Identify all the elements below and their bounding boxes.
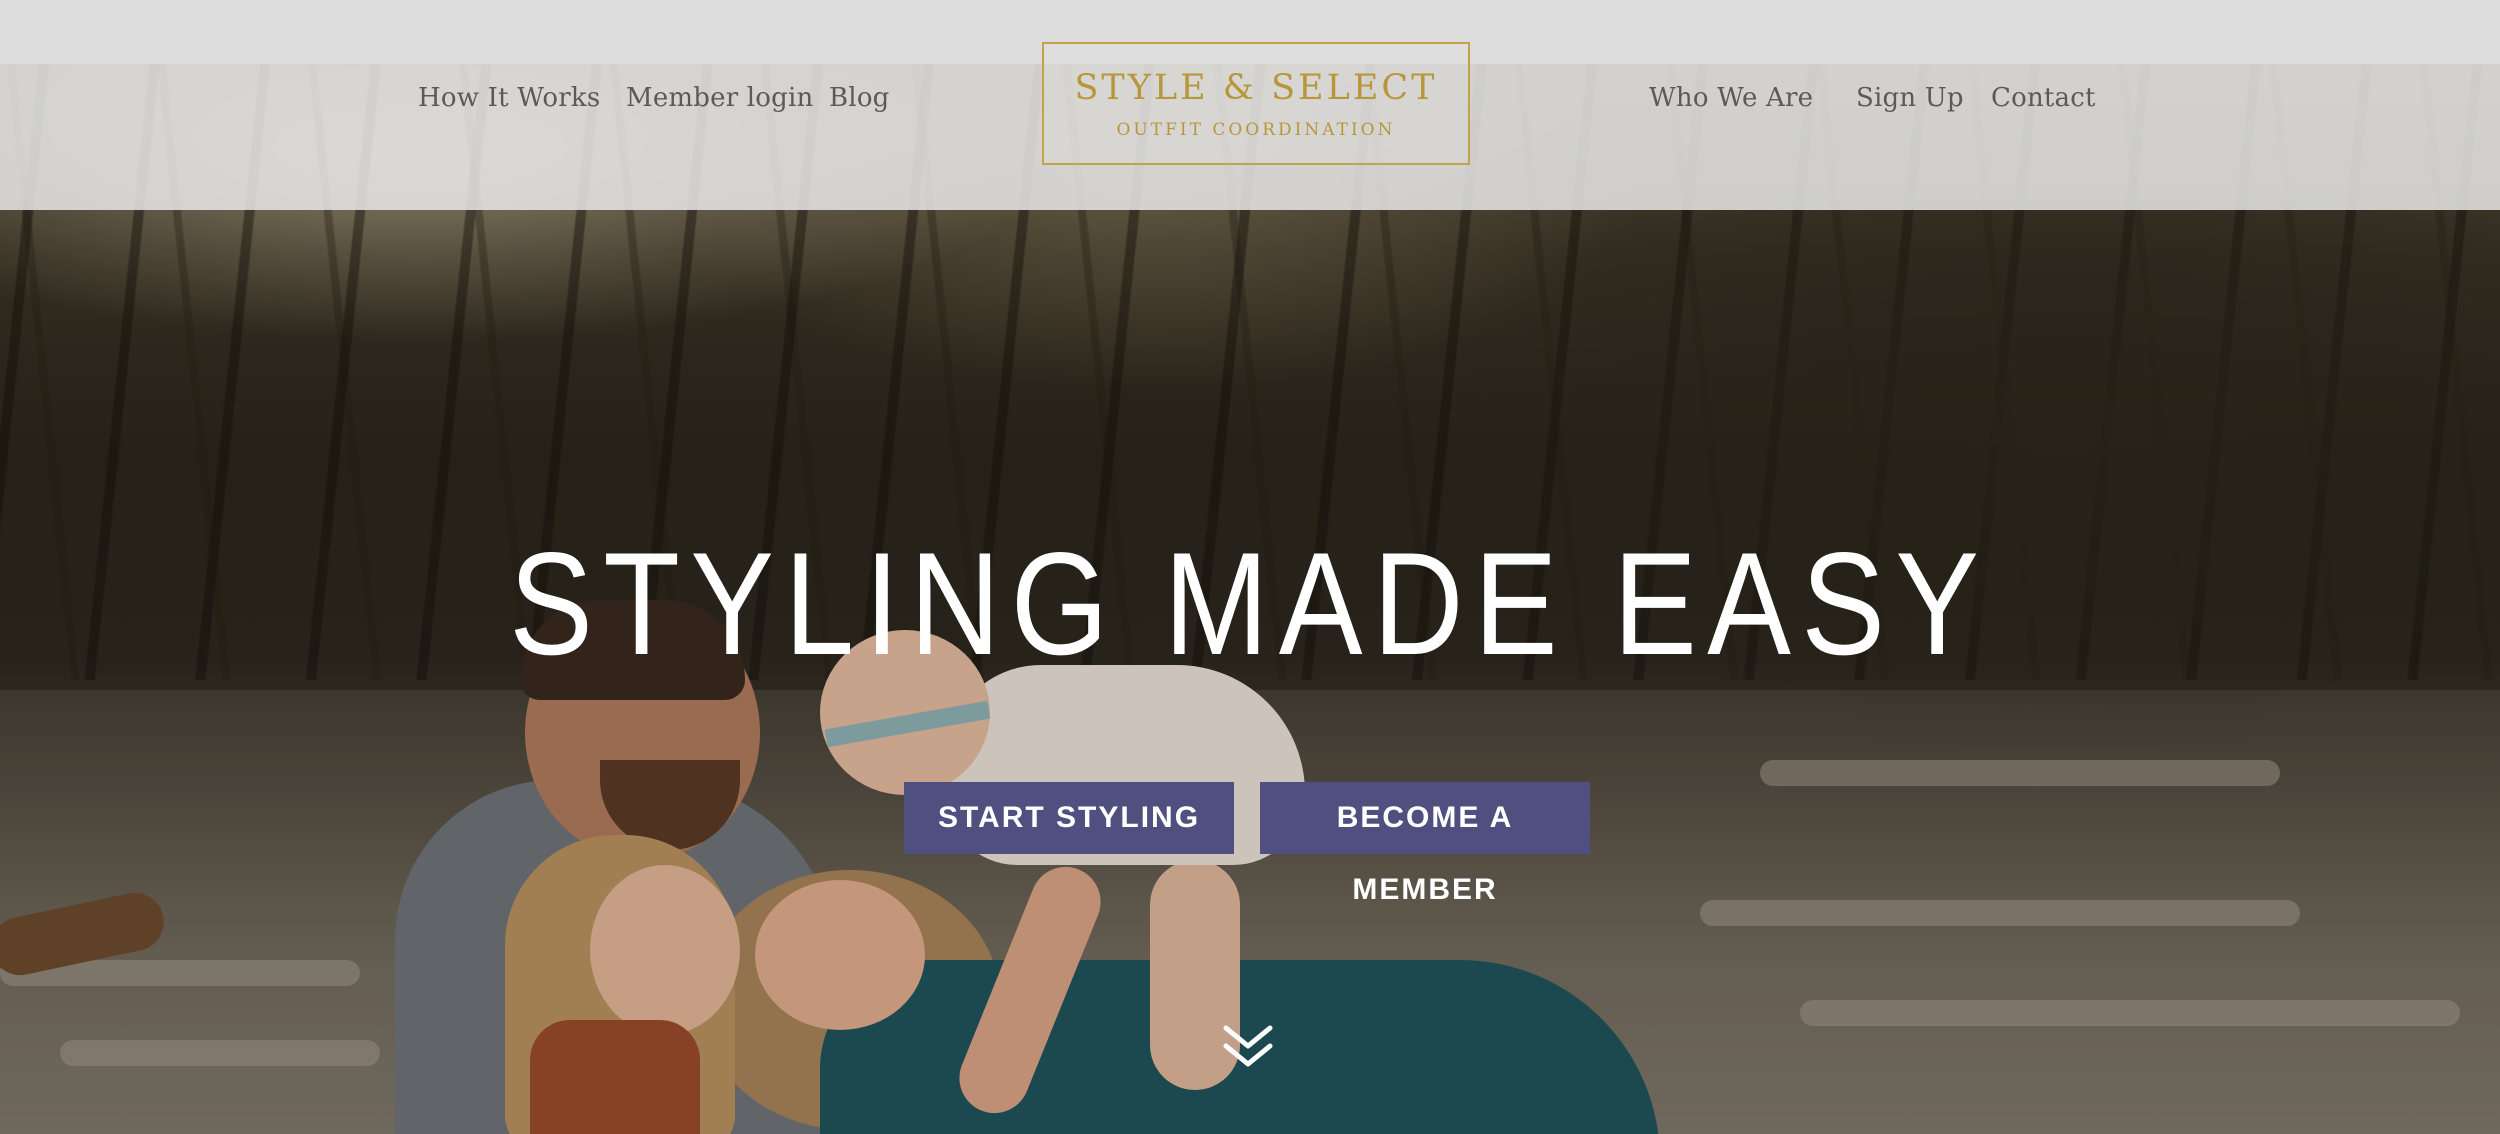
start-styling-button[interactable]: START STYLING: [904, 782, 1234, 854]
logo-title: STYLE & SELECT: [1074, 68, 1438, 108]
logo-subtitle: OUTFIT COORDINATION: [1116, 120, 1396, 140]
hero-headline: STYLING MADE EASY: [509, 522, 1990, 685]
double-chevron-down-icon[interactable]: [1220, 1020, 1276, 1076]
site-logo[interactable]: STYLE & SELECT OUTFIT COORDINATION: [1042, 42, 1470, 165]
become-a-member-button[interactable]: BECOME A MEMBER: [1260, 782, 1590, 906]
nav-who-we-are[interactable]: Who We Are: [1649, 83, 1813, 113]
nav-contact[interactable]: Contact: [1991, 83, 2096, 113]
nav-how-it-works[interactable]: How It Works: [418, 83, 600, 113]
nav-member-login[interactable]: Member login: [626, 83, 813, 113]
nav-sign-up[interactable]: Sign Up: [1856, 83, 1964, 113]
nav-blog[interactable]: Blog: [829, 83, 890, 113]
